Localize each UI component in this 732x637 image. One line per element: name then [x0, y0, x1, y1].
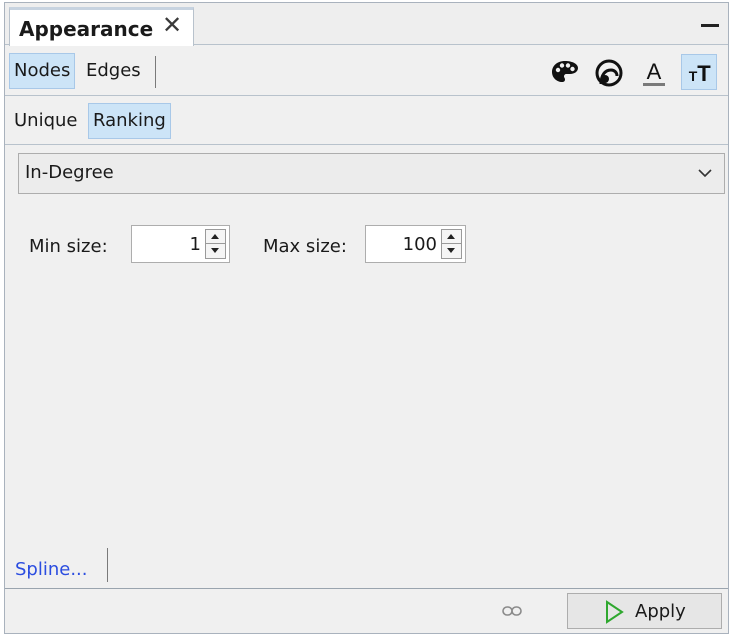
max-size-value: 100 [402, 234, 437, 255]
label-color-icon[interactable]: A [635, 54, 671, 90]
min-size-label: Min size: [29, 236, 108, 257]
tab-unique[interactable]: Unique [9, 103, 83, 139]
panel-title: Appearance [19, 17, 154, 41]
mode-toolbar: Unique Ranking [5, 97, 728, 145]
close-icon[interactable]: ✕ [162, 11, 182, 39]
attribute-dropdown-value: In-Degree [25, 162, 114, 183]
minimize-icon[interactable] [698, 9, 724, 39]
min-size-spinner[interactable]: 1 [131, 225, 230, 263]
svg-text:A: A [647, 59, 662, 84]
max-size-label: Max size: [263, 236, 347, 257]
spline-separator [107, 548, 108, 582]
size-spiral-icon[interactable] [590, 54, 626, 90]
min-size-stepper [205, 229, 226, 259]
toolbar-separator [155, 56, 156, 88]
tab-ranking[interactable]: Ranking [88, 103, 171, 139]
max-size-stepper [441, 229, 462, 259]
tab-edges[interactable]: Edges [81, 53, 146, 89]
link-icon[interactable] [502, 604, 522, 618]
element-toolbar: Nodes Edges A T T [5, 46, 728, 96]
min-size-down-icon[interactable] [206, 244, 225, 258]
bottom-bar: Apply [5, 588, 728, 633]
apply-button-label: Apply [635, 601, 686, 622]
label-size-icon[interactable]: T T [681, 54, 717, 90]
appearance-panel: Appearance ✕ Nodes Edges A T T Unique Ra… [4, 2, 729, 634]
play-icon [606, 600, 624, 624]
min-size-value: 1 [189, 234, 201, 255]
palette-icon[interactable] [546, 54, 582, 90]
max-size-down-icon[interactable] [442, 244, 461, 258]
appearance-tab[interactable]: Appearance ✕ [9, 7, 194, 46]
tab-nodes[interactable]: Nodes [9, 53, 76, 89]
min-size-up-icon[interactable] [206, 230, 225, 244]
svg-text:T: T [697, 61, 711, 86]
chevron-down-icon [698, 169, 712, 178]
apply-button[interactable]: Apply [567, 593, 722, 629]
spline-link[interactable]: Spline... [15, 559, 88, 580]
attribute-dropdown[interactable]: In-Degree [18, 153, 725, 194]
max-size-up-icon[interactable] [442, 230, 461, 244]
panel-title-bar: Appearance ✕ [5, 3, 728, 46]
max-size-spinner[interactable]: 100 [365, 225, 466, 263]
